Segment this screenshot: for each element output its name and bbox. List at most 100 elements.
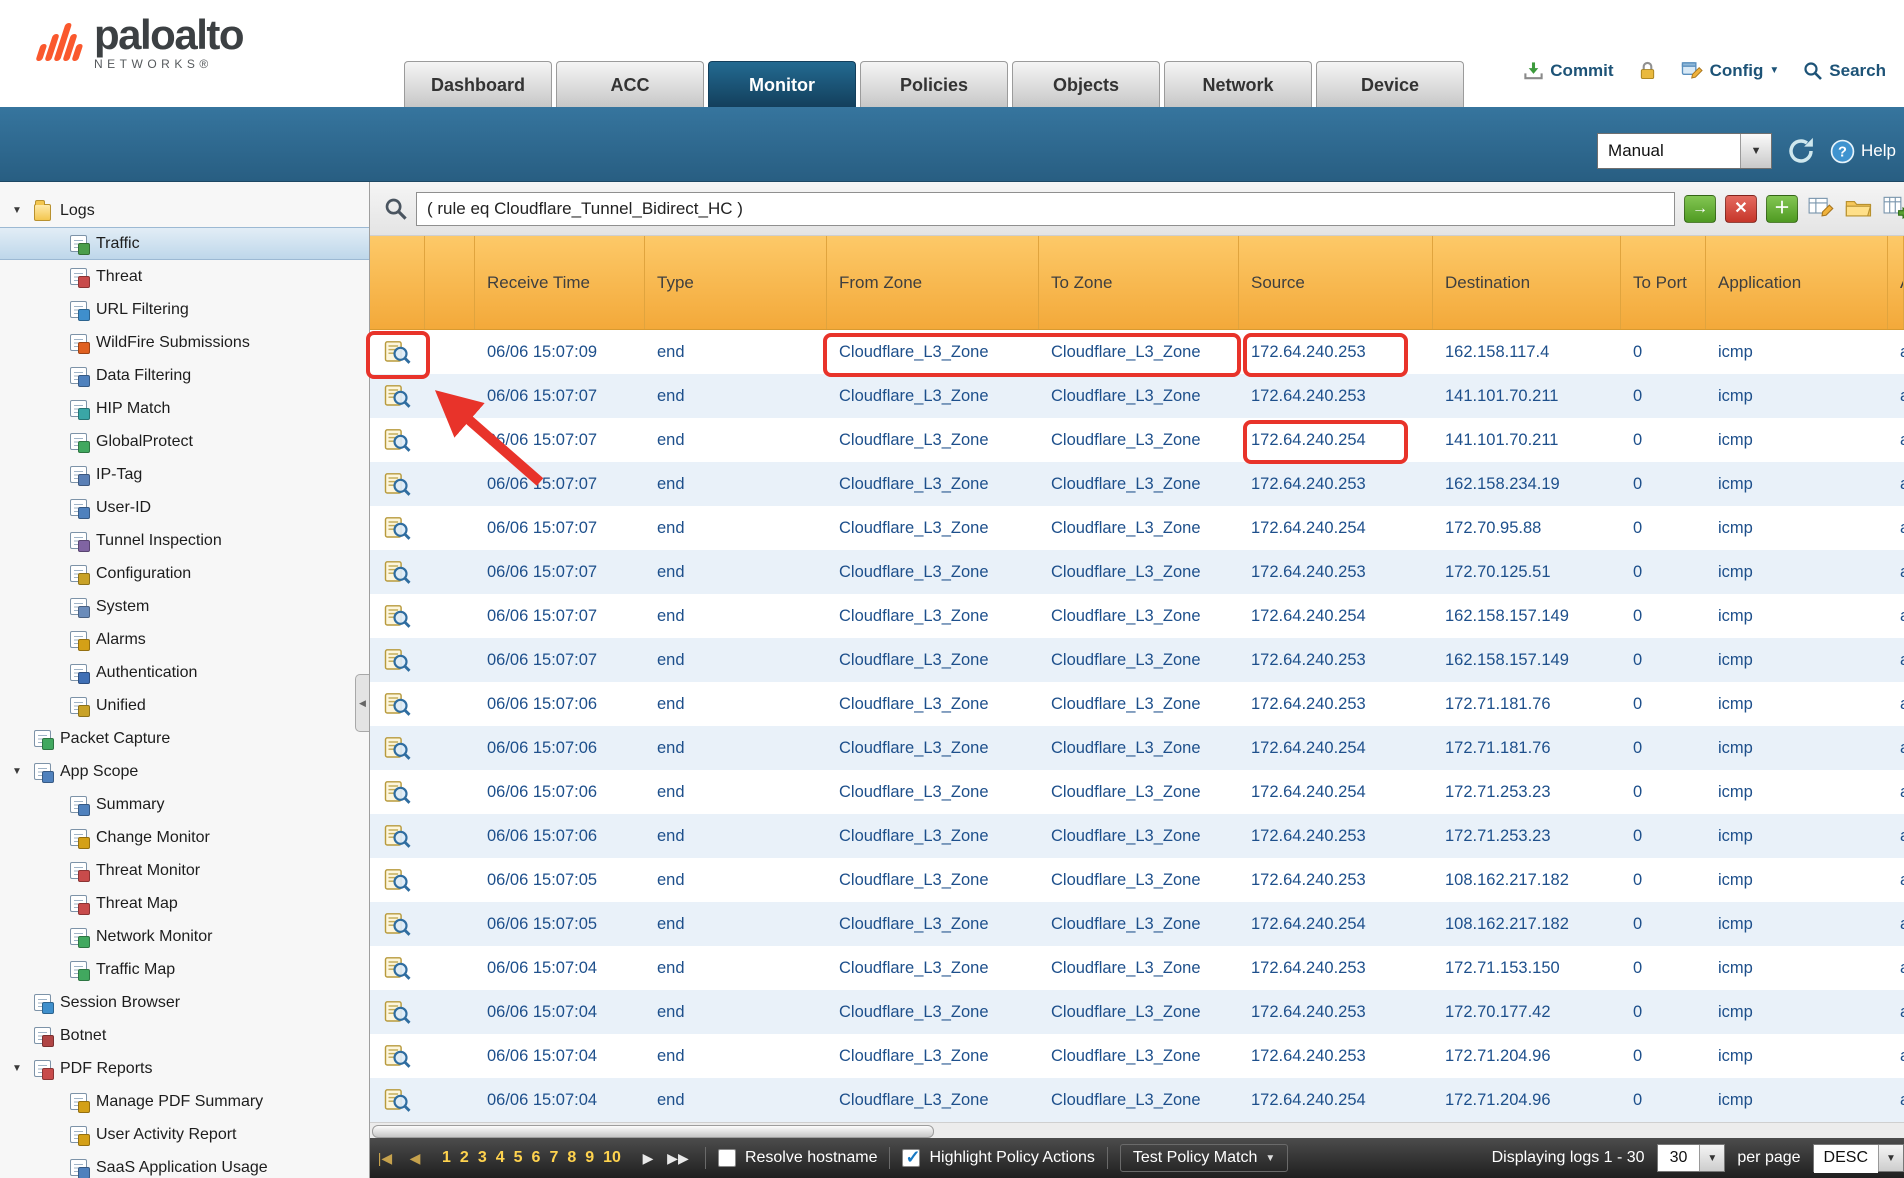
log-detail-button[interactable]	[370, 726, 425, 770]
receive-time-cell[interactable]: 06/06 15:07:07	[475, 374, 645, 418]
type-cell[interactable]: end	[645, 770, 827, 814]
log-detail-button[interactable]	[370, 902, 425, 946]
to-port-cell[interactable]: 0	[1621, 506, 1706, 550]
log-detail-button[interactable]	[370, 638, 425, 682]
application-cell[interactable]: icmp	[1706, 638, 1888, 682]
log-detail-button[interactable]	[370, 330, 425, 374]
application-cell[interactable]: icmp	[1706, 462, 1888, 506]
application-cell[interactable]: icmp	[1706, 990, 1888, 1034]
refresh-mode-select[interactable]: Manual ▼	[1597, 133, 1772, 169]
from-zone-cell[interactable]: Cloudflare_L3_Zone	[827, 990, 1039, 1034]
type-cell[interactable]: end	[645, 506, 827, 550]
first-page-button[interactable]: |◀	[370, 1150, 400, 1167]
sidebar-item-change-monitor[interactable]: Change Monitor	[0, 821, 369, 854]
to-zone-cell[interactable]: Cloudflare_L3_Zone	[1039, 814, 1239, 858]
per-page-select[interactable]: 30 ▼	[1657, 1144, 1726, 1172]
sidebar-item-threat-monitor[interactable]: Threat Monitor	[0, 854, 369, 887]
sidebar-item-traffic-map[interactable]: Traffic Map	[0, 953, 369, 986]
column-header-source[interactable]: Source	[1239, 236, 1433, 329]
source-cell[interactable]: 172.64.240.254	[1239, 594, 1433, 638]
to-zone-cell[interactable]: Cloudflare_L3_Zone	[1039, 1034, 1239, 1078]
receive-time-cell[interactable]: 06/06 15:07:07	[475, 418, 645, 462]
receive-time-cell[interactable]: 06/06 15:07:04	[475, 946, 645, 990]
application-cell[interactable]: icmp	[1706, 726, 1888, 770]
from-zone-cell[interactable]: Cloudflare_L3_Zone	[827, 1078, 1039, 1122]
from-zone-cell[interactable]: Cloudflare_L3_Zone	[827, 594, 1039, 638]
highlight-policy-actions-checkbox[interactable]	[902, 1149, 920, 1167]
clear-filter-button[interactable]: ✕	[1725, 195, 1757, 223]
sidebar-item-logs[interactable]: ▼Logs	[0, 194, 369, 227]
sidebar-item-ip-tag[interactable]: IP-Tag	[0, 458, 369, 491]
commit-button[interactable]: Commit	[1523, 61, 1613, 81]
application-cell[interactable]: icmp	[1706, 594, 1888, 638]
source-cell[interactable]: 172.64.240.253	[1239, 374, 1433, 418]
source-cell[interactable]: 172.64.240.253	[1239, 946, 1433, 990]
sidebar-item-alarms[interactable]: Alarms	[0, 623, 369, 656]
horizontal-scrollbar[interactable]	[370, 1122, 1904, 1138]
action-cell[interactable]: a	[1888, 1078, 1904, 1122]
to-port-cell[interactable]: 0	[1621, 638, 1706, 682]
destination-cell[interactable]: 172.71.181.76	[1433, 726, 1621, 770]
log-detail-button[interactable]	[370, 550, 425, 594]
destination-cell[interactable]: 172.70.125.51	[1433, 550, 1621, 594]
from-zone-cell[interactable]: Cloudflare_L3_Zone	[827, 814, 1039, 858]
column-header-receive-time[interactable]: Receive Time	[475, 236, 645, 329]
action-cell[interactable]: a	[1888, 594, 1904, 638]
column-header-destination[interactable]: Destination	[1433, 236, 1621, 329]
from-zone-cell[interactable]: Cloudflare_L3_Zone	[827, 858, 1039, 902]
to-port-cell[interactable]: 0	[1621, 946, 1706, 990]
page-link-8[interactable]: 8	[567, 1149, 576, 1167]
log-detail-button[interactable]	[370, 1034, 425, 1078]
to-zone-cell[interactable]: Cloudflare_L3_Zone	[1039, 770, 1239, 814]
type-cell[interactable]: end	[645, 726, 827, 770]
application-cell[interactable]: icmp	[1706, 330, 1888, 374]
tab-device[interactable]: Device	[1316, 61, 1464, 107]
receive-time-cell[interactable]: 06/06 15:07:04	[475, 1034, 645, 1078]
to-port-cell[interactable]: 0	[1621, 1078, 1706, 1122]
sidebar-item-saas-application-usage[interactable]: SaaS Application Usage	[0, 1151, 369, 1178]
action-cell[interactable]: a	[1888, 770, 1904, 814]
application-cell[interactable]: icmp	[1706, 770, 1888, 814]
receive-time-cell[interactable]: 06/06 15:07:07	[475, 550, 645, 594]
sidebar-item-data-filtering[interactable]: Data Filtering	[0, 359, 369, 392]
sidebar-item-user-activity-report[interactable]: User Activity Report	[0, 1118, 369, 1151]
column-header-to-zone[interactable]: To Zone	[1039, 236, 1239, 329]
page-link-1[interactable]: 1	[442, 1149, 451, 1167]
sidebar-item-authentication[interactable]: Authentication	[0, 656, 369, 689]
type-cell[interactable]: end	[645, 638, 827, 682]
page-link-7[interactable]: 7	[549, 1149, 558, 1167]
log-detail-button[interactable]	[370, 418, 425, 462]
source-cell[interactable]: 172.64.240.254	[1239, 1078, 1433, 1122]
sidebar-item-botnet[interactable]: Botnet	[0, 1019, 369, 1052]
log-filter-input[interactable]	[416, 192, 1675, 226]
application-cell[interactable]: icmp	[1706, 682, 1888, 726]
from-zone-cell[interactable]: Cloudflare_L3_Zone	[827, 330, 1039, 374]
type-cell[interactable]: end	[645, 902, 827, 946]
to-zone-cell[interactable]: Cloudflare_L3_Zone	[1039, 902, 1239, 946]
to-port-cell[interactable]: 0	[1621, 594, 1706, 638]
to-port-cell[interactable]: 0	[1621, 462, 1706, 506]
tab-policies[interactable]: Policies	[860, 61, 1008, 107]
to-zone-cell[interactable]: Cloudflare_L3_Zone	[1039, 946, 1239, 990]
log-detail-button[interactable]	[370, 858, 425, 902]
application-cell[interactable]: icmp	[1706, 1034, 1888, 1078]
action-cell[interactable]: a	[1888, 682, 1904, 726]
to-zone-cell[interactable]: Cloudflare_L3_Zone	[1039, 462, 1239, 506]
from-zone-cell[interactable]: Cloudflare_L3_Zone	[827, 946, 1039, 990]
receive-time-cell[interactable]: 06/06 15:07:04	[475, 990, 645, 1034]
sidebar-item-url-filtering[interactable]: URL Filtering	[0, 293, 369, 326]
search-button[interactable]: Search	[1803, 61, 1886, 81]
type-cell[interactable]: end	[645, 682, 827, 726]
page-link-3[interactable]: 3	[478, 1149, 487, 1167]
source-cell[interactable]: 172.64.240.253	[1239, 682, 1433, 726]
prev-page-button[interactable]: ◀	[400, 1150, 430, 1167]
export-logs-icon[interactable]	[1883, 196, 1904, 221]
column-header-application[interactable]: Application	[1706, 236, 1888, 329]
sidebar-item-threat[interactable]: Threat	[0, 260, 369, 293]
action-cell[interactable]: a	[1888, 1034, 1904, 1078]
log-detail-button[interactable]	[370, 990, 425, 1034]
to-port-cell[interactable]: 0	[1621, 550, 1706, 594]
page-link-6[interactable]: 6	[532, 1149, 541, 1167]
tab-network[interactable]: Network	[1164, 61, 1312, 107]
destination-cell[interactable]: 172.70.177.42	[1433, 990, 1621, 1034]
